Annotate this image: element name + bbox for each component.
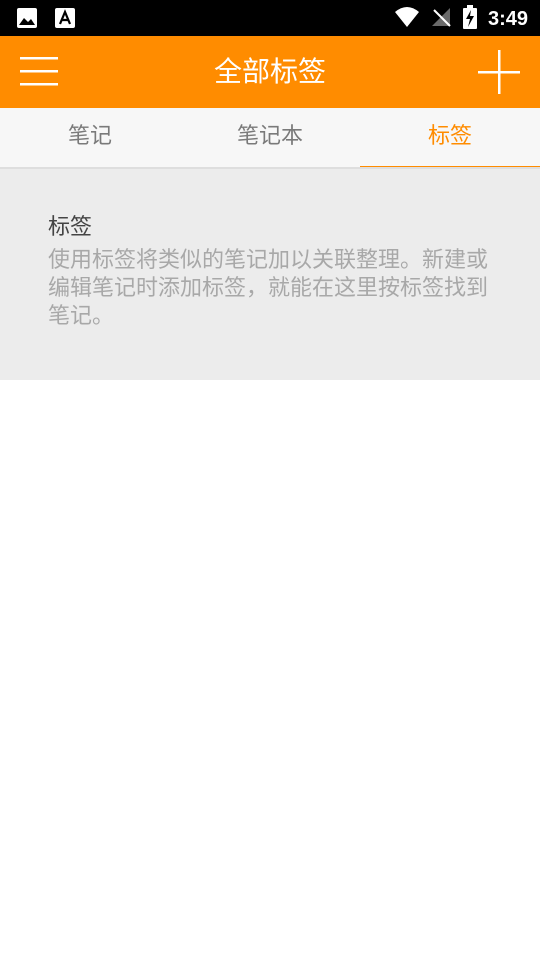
no-signal-icon (430, 6, 452, 32)
status-bar: 3:49 (0, 0, 540, 36)
wifi-icon (394, 6, 420, 32)
menu-icon (20, 57, 58, 86)
tab-notes[interactable]: 笔记 (0, 108, 180, 168)
image-icon (16, 7, 38, 33)
tab-notebooks[interactable]: 笔记本 (180, 108, 360, 168)
empty-state-panel: 标签 使用标签将类似的笔记加以关联整理。新建或编辑笔记时添加标签，就能在这里按标… (0, 169, 540, 380)
empty-state-title: 标签 (48, 215, 93, 240)
page-title: 全部标签 (213, 55, 326, 88)
plus-icon (478, 50, 520, 94)
battery-charging-icon (462, 5, 478, 33)
tab-bar: 笔记 笔记本 标签 (0, 108, 540, 170)
empty-state-description: 使用标签将类似的笔记加以关联整理。新建或编辑笔记时添加标签，就能在这里按标签找到… (48, 248, 489, 329)
app-bar: 全部标签 (0, 36, 540, 108)
status-time: 3:49 (487, 8, 528, 30)
font-icon (54, 7, 76, 33)
tab-tags[interactable]: 标签 (360, 108, 540, 170)
menu-button[interactable] (16, 50, 64, 94)
add-tag-button[interactable] (476, 50, 524, 94)
